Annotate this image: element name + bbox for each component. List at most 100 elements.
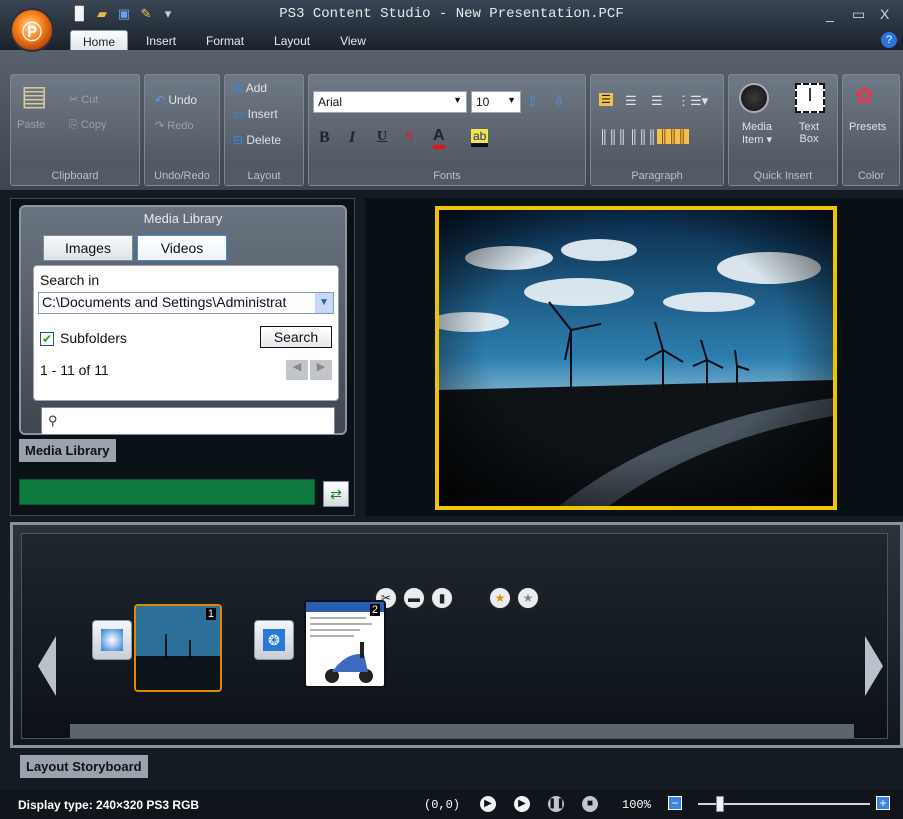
- tab-home[interactable]: Home: [70, 30, 129, 52]
- tab-layout[interactable]: Layout: [262, 30, 322, 52]
- highlight-button[interactable]: ab: [471, 129, 489, 147]
- insert-button[interactable]: ▭ Insert: [233, 107, 278, 121]
- pause-icon[interactable]: ❚❚: [548, 796, 565, 812]
- layout-group-label: Layout: [225, 167, 303, 185]
- slide-thumbnail-2[interactable]: 2: [304, 600, 386, 688]
- delete-icon: ⊟: [233, 133, 247, 147]
- font-color-button[interactable]: A: [433, 127, 445, 149]
- zoom-level: 100%: [622, 798, 651, 812]
- ribbon-tabs: Home Insert Format Layout View: [70, 30, 378, 52]
- media-filter-input[interactable]: ⚲: [41, 407, 335, 435]
- slide-number: 1: [205, 608, 216, 620]
- align-left-icon[interactable]: ☰: [599, 93, 613, 106]
- valign-middle-icon[interactable]: ║║║: [629, 129, 657, 144]
- shadow-button[interactable]: S: [405, 129, 413, 145]
- minimize-button[interactable]: _: [826, 6, 834, 22]
- copy-label: Copy: [80, 119, 107, 131]
- transition-button[interactable]: ❂: [254, 620, 294, 660]
- zoom-slider-handle[interactable]: [716, 796, 724, 812]
- tab-insert[interactable]: Insert: [134, 30, 188, 52]
- font-size-select[interactable]: 10 ▼: [471, 91, 521, 113]
- subfolders-checkbox[interactable]: ✔: [40, 332, 54, 346]
- bold-button[interactable]: B: [319, 129, 330, 147]
- transition-button[interactable]: [92, 620, 132, 660]
- paste-button[interactable]: Paste: [17, 119, 45, 131]
- italic-button[interactable]: I: [349, 129, 355, 147]
- chevron-down-icon: ▼: [315, 293, 333, 313]
- valign-top-icon[interactable]: ║║║: [599, 129, 627, 144]
- undo-button[interactable]: ↶ Undo: [155, 93, 197, 107]
- storyboard-scrollbar[interactable]: [70, 724, 854, 738]
- add-button[interactable]: ⊞ Add: [233, 81, 267, 95]
- add-label: Add: [245, 81, 268, 95]
- fonts-group-label: Fonts: [309, 167, 585, 185]
- favorite-icon[interactable]: ★: [488, 586, 512, 610]
- redo-icon: ↷: [155, 120, 168, 132]
- zoom-in-icon[interactable]: +: [876, 796, 890, 810]
- media-library-box: Media Library Images Videos Search in C:…: [19, 205, 347, 435]
- layout-storyboard-tab[interactable]: Layout Storyboard: [20, 755, 148, 778]
- help-icon[interactable]: ?: [881, 32, 897, 48]
- cut-label: Cut: [81, 94, 99, 106]
- redo-button[interactable]: ↷ Redo: [155, 119, 194, 132]
- cut-button[interactable]: ✂ Cut: [69, 93, 98, 106]
- underline-button[interactable]: U: [377, 129, 387, 145]
- slide-preview: [365, 198, 903, 516]
- search-in-label: Search in: [40, 272, 100, 288]
- search-path-select[interactable]: C:\Documents and Settings\Administrat ▼: [38, 292, 334, 314]
- loading-progress-bar: [19, 479, 315, 505]
- copy-button[interactable]: ⎘ Copy: [69, 119, 107, 132]
- close-button[interactable]: X: [880, 6, 889, 22]
- search-path-value: C:\Documents and Settings\Administrat: [42, 294, 287, 310]
- shrink-font-icon[interactable]: ⇩: [553, 93, 565, 110]
- play-icon[interactable]: ▶: [480, 796, 496, 812]
- list-icon[interactable]: ⋮☰▾: [677, 93, 708, 109]
- slide-thumbnail-1[interactable]: 1: [134, 604, 222, 692]
- tab-format[interactable]: Format: [194, 30, 256, 52]
- search-icon: ⚲: [48, 413, 58, 428]
- grow-font-icon[interactable]: ⇧: [527, 93, 539, 110]
- valign-bottom-icon[interactable]: ║║║: [657, 129, 689, 144]
- media-item-icon: [739, 83, 769, 113]
- zoom-out-icon[interactable]: −: [668, 796, 682, 810]
- refresh-icon[interactable]: ⇄: [323, 481, 349, 507]
- prev-page-icon[interactable]: ◀: [286, 360, 308, 380]
- text-box-button[interactable]: Text Box: [791, 121, 827, 145]
- undoredo-group: ↶ Undo ↷ Redo Undo/Redo: [144, 74, 220, 186]
- insert-icon: ▭: [233, 107, 248, 121]
- chevron-down-icon: ▼: [453, 95, 462, 105]
- scroll-right-arrow[interactable]: [865, 636, 883, 696]
- next-page-icon[interactable]: ▶: [310, 360, 332, 380]
- tab-view[interactable]: View: [328, 30, 378, 52]
- app-menu-button[interactable]: Ⓟ: [10, 8, 54, 52]
- maximize-button[interactable]: ▭: [852, 6, 865, 23]
- scroll-left-arrow[interactable]: [38, 636, 56, 696]
- delete-button[interactable]: ⊟ Delete: [233, 133, 281, 147]
- status-bar: Display type: 240×320 PS3 RGB (0,0) ▶ ▶ …: [0, 790, 903, 819]
- tab-images[interactable]: Images: [43, 235, 133, 261]
- stop-icon[interactable]: ■: [582, 796, 598, 812]
- tab-videos[interactable]: Videos: [137, 235, 227, 261]
- search-button[interactable]: Search: [260, 326, 332, 348]
- slide-image[interactable]: [435, 206, 837, 510]
- media-item-button[interactable]: Media Item ▾: [735, 121, 779, 146]
- clipboard-group: ▤ Paste ✂ Cut ⎘ Copy Clipboard: [10, 74, 140, 186]
- clipboard-group-label: Clipboard: [11, 167, 139, 185]
- presets-button[interactable]: Presets: [849, 121, 886, 133]
- color-group-label: Color: [843, 167, 899, 185]
- star-icon[interactable]: ★: [516, 586, 540, 610]
- search-options: Search in C:\Documents and Settings\Admi…: [33, 265, 339, 401]
- media-library-panel-tab[interactable]: Media Library: [19, 439, 116, 462]
- copy-slide-icon[interactable]: ▬: [402, 586, 426, 610]
- cursor-coordinates: (0,0): [424, 798, 461, 812]
- paste-slide-icon[interactable]: ▮: [430, 586, 454, 610]
- play-from-current-icon[interactable]: ▶: [514, 796, 530, 812]
- fonts-group: Arial ▼ 10 ▼ ⇧ ⇩ B I U S A ab Fonts: [308, 74, 586, 186]
- paragraph-group-label: Paragraph: [591, 167, 723, 185]
- font-family-select[interactable]: Arial ▼: [313, 91, 467, 113]
- transition-icon: [101, 629, 123, 651]
- subfolders-label: Subfolders: [60, 330, 127, 346]
- align-center-icon[interactable]: ☰: [625, 93, 637, 109]
- redo-label: Redo: [167, 120, 194, 132]
- align-right-icon[interactable]: ☰: [651, 93, 663, 109]
